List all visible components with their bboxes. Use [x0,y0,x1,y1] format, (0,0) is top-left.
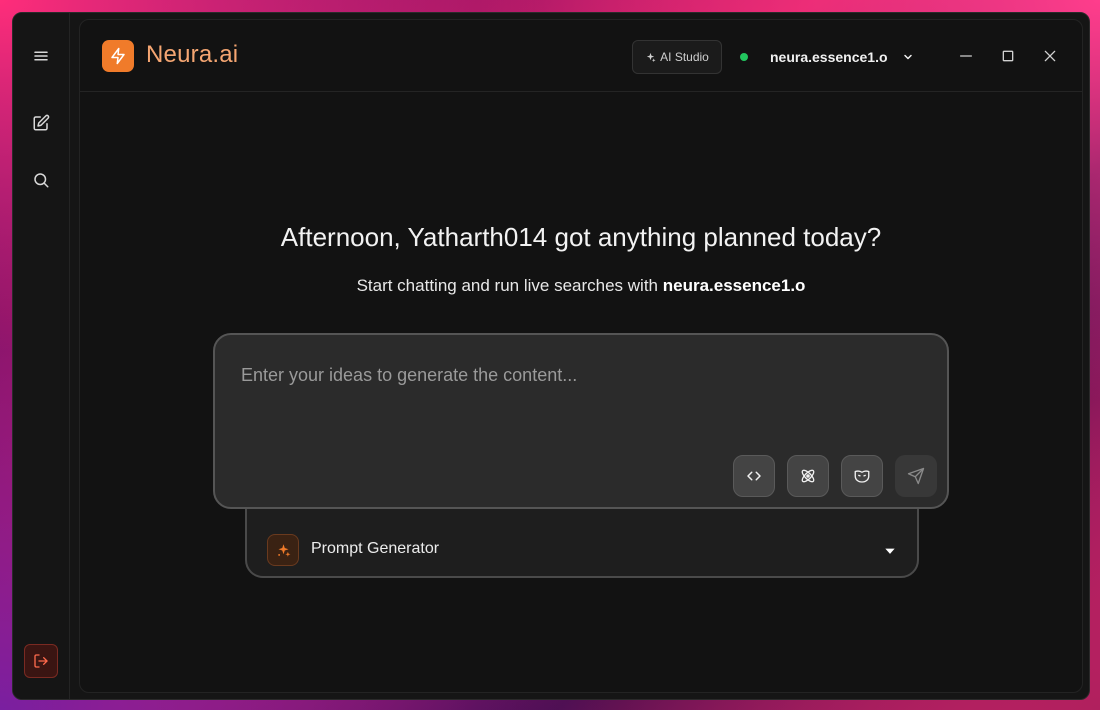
caret-down-icon [883,544,897,558]
atom-icon[interactable] [787,455,829,497]
model-name: neura.essence1.o [770,49,888,65]
minimize-icon[interactable] [956,46,976,66]
code-icon[interactable] [733,455,775,497]
composer-box [213,333,949,509]
greeting-heading: Afternoon, Yatharth014 got anything plan… [280,222,882,252]
ai-studio-button[interactable]: AI Studio [632,40,722,74]
sparkle-icon [267,534,299,566]
maximize-icon[interactable] [998,46,1018,66]
mask-icon[interactable] [841,455,883,497]
subline-text: Start chatting and run live searches wit… [80,276,1082,296]
logout-icon [34,654,48,668]
send-button[interactable] [895,455,937,497]
prompt-input[interactable] [241,365,921,445]
close-icon[interactable] [1040,46,1060,66]
sparkle-icon [646,52,656,62]
main-panel: Neura.ai AI Studio neura.essence1.o Afte… [79,19,1083,693]
edit-icon[interactable] [25,107,57,139]
subline-prefix: Start chatting and run live searches wit… [356,276,663,295]
hamburger-icon[interactable] [25,40,57,72]
send-icon [907,467,925,485]
search-icon[interactable] [25,164,57,196]
logout-button[interactable] [24,644,58,678]
chevron-down-icon [903,54,912,60]
status-indicator [740,53,748,61]
brand-name: Neura.ai [146,41,239,68]
ai-studio-label: AI Studio [660,50,709,64]
lightning-icon[interactable] [102,40,134,72]
prompt-generator-label: Prompt Generator [311,540,440,557]
subline-model: neura.essence1.o [662,276,806,295]
top-bar: Neura.ai AI Studio neura.essence1.o [80,20,1082,92]
app-window: Neura.ai AI Studio neura.essence1.o Afte… [12,12,1090,700]
model-selector[interactable]: neura.essence1.o [770,46,914,68]
sidebar-rail [13,13,70,699]
